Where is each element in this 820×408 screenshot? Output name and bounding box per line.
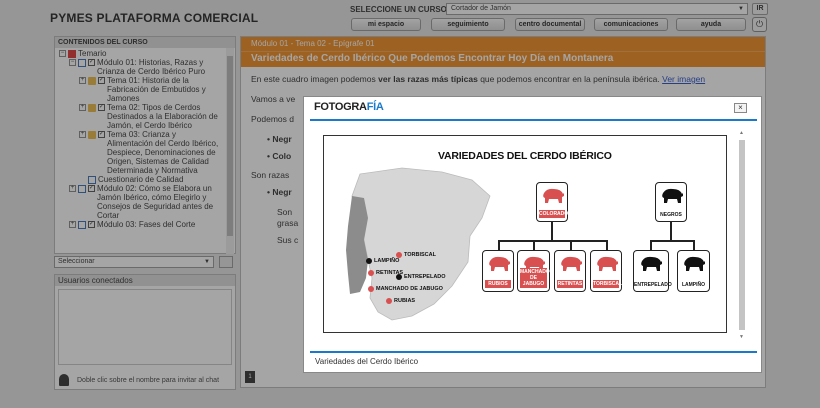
modal-divider [310,351,757,353]
modal-scrollbar[interactable]: ▲ ▼ [738,130,746,340]
connector-line [551,222,553,240]
legend-item: LAMPIÑO [366,258,399,264]
variety-manchado-de-jabugo: MANCHADO DE JABUGO [517,250,550,292]
modal-header: FOTOGRAFÍA × [304,97,761,119]
legend-item: TORBISCAL [396,252,436,258]
variety-label: RETINTAS [557,280,583,288]
scroll-thumb[interactable] [739,140,745,330]
legend-item: ENTREPELADO [396,274,446,280]
variety-label: MANCHADO DE JABUGO [520,268,550,288]
scroll-up-icon[interactable]: ▲ [739,130,744,136]
legend-item: MANCHADO DE JABUGO [368,286,443,292]
scroll-down-icon[interactable]: ▼ [739,334,744,340]
pig-icon [561,256,582,271]
legend-item: RUBIAS [386,298,415,304]
pig-varieties-figure: VARIEDADES DEL CERDO IBÉRICO TORBISCAL L… [323,135,727,333]
connector-line [606,240,608,250]
variety-entrepelado: ENTREPELADO [633,250,672,292]
colorados-box: COLORADOS [536,182,572,222]
pig-icon [641,256,662,271]
modal-logo: FOTOGRAFÍA [314,101,384,113]
connector-line [498,240,607,242]
pig-icon [684,256,705,271]
variety-label: TORBISCAL [593,280,623,288]
pig-icon [489,256,510,271]
negros-label: NEGROS [660,212,682,218]
connector-line [650,240,652,250]
image-modal: FOTOGRAFÍA × VARIEDADES DEL CERDO IBÉRIC… [303,96,762,373]
connector-line [650,240,694,242]
connector-line [533,240,535,250]
connector-line [693,240,695,250]
connector-line [570,240,572,250]
pig-icon [543,188,564,203]
connector-line [670,222,672,240]
modal-divider [310,119,757,121]
variety-label: ENTREPELADO [634,282,672,288]
variety-lampino: LAMPIÑO [677,250,710,292]
variety-label: RUBIOS [485,280,511,288]
iberian-map [346,167,491,321]
figure-title: VARIEDADES DEL CERDO IBÉRICO [438,150,612,162]
pig-icon [597,256,618,271]
modal-caption: Variedades del Cerdo Ibérico [315,357,419,366]
variety-torbiscal: TORBISCAL [590,250,622,292]
pig-icon [662,188,683,203]
variety-rubios: RUBIOS [482,250,514,292]
connector-line [498,240,500,250]
variety-retintas: RETINTAS [554,250,586,292]
negros-box: NEGROS [655,182,687,222]
colorados-label: COLORADOS [539,210,572,218]
close-icon[interactable]: × [734,103,747,113]
variety-label: LAMPIÑO [681,282,706,288]
